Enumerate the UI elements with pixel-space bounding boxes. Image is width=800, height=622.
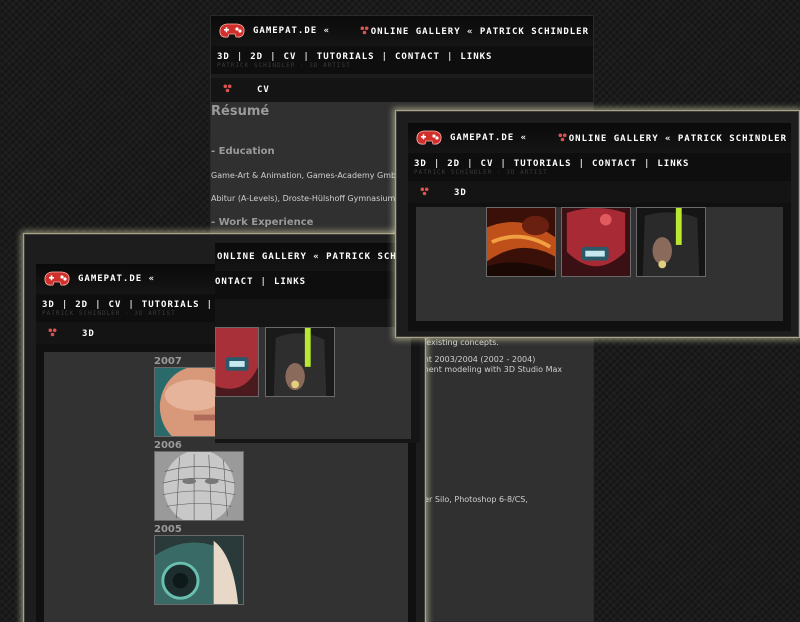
- site-title[interactable]: GAMEPAT.DE «: [450, 133, 527, 143]
- site-title[interactable]: GAMEPAT.DE «: [253, 26, 330, 36]
- nav-3d[interactable]: 3D: [42, 300, 55, 310]
- gallery-content: [215, 327, 411, 439]
- nav-separator: |: [206, 300, 213, 310]
- nav-2d[interactable]: 2D: [250, 52, 263, 62]
- page-frame: GAMEPAT.DE « ONLINE GALLERY « PATRICK SC…: [408, 123, 791, 331]
- nav-separator: |: [446, 52, 454, 62]
- skills-entry: enter Silo, Photoshop 6-8/CS,: [411, 495, 528, 504]
- triple-dot-icon: [558, 133, 567, 142]
- gallery-thumbnail[interactable]: [215, 327, 259, 397]
- site-header: GAMEPAT.DE « ONLINE GALLERY « PATRICK SC…: [211, 16, 593, 46]
- section-header: CV: [211, 78, 593, 102]
- site-subtitle: PATRICK SCHINDLER · 3D ARTIST: [217, 62, 351, 69]
- nav-tutorials[interactable]: TUTORIALS: [514, 159, 572, 169]
- gallery-thumbnail[interactable]: [561, 207, 631, 277]
- education-entry: Game-Art & Animation, Games-Academy Gmbh: [211, 171, 402, 180]
- nav-separator: |: [61, 300, 69, 310]
- gamepat-logo-icon[interactable]: [42, 269, 72, 289]
- gallery-thumbnail[interactable]: [154, 535, 244, 605]
- nav-separator: |: [95, 300, 102, 310]
- nav-cv[interactable]: CV: [284, 52, 297, 62]
- gallery-title-text: ONLINE GALLERY « PATRICK SCHINDLER: [568, 134, 787, 144]
- nav-cv[interactable]: CV: [109, 300, 122, 310]
- section-header: 3D: [408, 181, 791, 203]
- gallery-title-text: ONLINE GALLERY « PATRICK SCHINDLER: [370, 27, 589, 37]
- nav-separator: |: [643, 159, 651, 169]
- triple-dot-icon: [223, 84, 232, 93]
- gallery-thumbnail[interactable]: [154, 451, 244, 521]
- nav-contact[interactable]: CONTACT: [395, 52, 440, 62]
- gallery-thumbnail[interactable]: [486, 207, 556, 277]
- nav-separator: |: [128, 300, 135, 310]
- site-title[interactable]: GAMEPAT.DE «: [78, 274, 155, 284]
- year-label: 2005: [154, 524, 182, 535]
- section-title: CV: [257, 85, 270, 95]
- triple-dot-icon: [420, 187, 429, 196]
- nav-separator: |: [303, 52, 310, 62]
- site-subtitle: PATRICK SCHINDLER · 3D ARTIST: [414, 169, 548, 176]
- education-heading: - Education: [211, 146, 275, 157]
- nav-separator: |: [500, 159, 507, 169]
- gallery-content: [416, 207, 783, 321]
- nav-tutorials[interactable]: TUTORIALS: [142, 300, 200, 310]
- nav-cv[interactable]: CV: [481, 159, 494, 169]
- gallery-thumbnail[interactable]: [265, 327, 335, 397]
- nav-3d[interactable]: 3D: [414, 159, 427, 169]
- nav-2d[interactable]: 2D: [75, 300, 88, 310]
- nav-separator: |: [381, 52, 388, 62]
- gallery-title: ONLINE GALLERY « PATRICK SCHINDLER: [217, 252, 420, 262]
- browser-window-3d-front: GAMEPAT.DE « ONLINE GALLERY « PATRICK SC…: [395, 110, 800, 338]
- gamepat-logo-icon[interactable]: [414, 128, 444, 148]
- main-nav: ONTACT | LINKS: [215, 271, 420, 299]
- section-title: 3D: [454, 188, 467, 198]
- nav-separator: |: [578, 159, 585, 169]
- nav-3d[interactable]: 3D: [217, 52, 230, 62]
- nav-links[interactable]: LINKS: [460, 52, 492, 62]
- education-entry: Abitur (A-Levels), Droste-Hülshoff Gymna…: [211, 194, 396, 203]
- site-subtitle: PATRICK SCHINDLER · 3D ARTIST: [42, 310, 176, 317]
- year-label: 2007: [154, 356, 182, 367]
- nav-contact-partial[interactable]: ONTACT: [215, 277, 254, 287]
- nav-separator: |: [236, 52, 244, 62]
- nav-links[interactable]: LINKS: [274, 277, 306, 287]
- gallery-thumbnail[interactable]: [636, 207, 706, 277]
- nav-2d[interactable]: 2D: [447, 159, 460, 169]
- main-nav: 3D | 2D | CV | TUTORIALS | CONTACT | LINKS PATRICK…: [211, 46, 593, 74]
- nav-tutorials[interactable]: TUTORIALS: [317, 52, 375, 62]
- nav-separator: |: [433, 159, 441, 169]
- work-entry: onment modeling with 3D Studio Max: [411, 365, 563, 374]
- site-header: GAMEPAT.DE « ONLINE GALLERY « PATRICK SC…: [408, 123, 791, 153]
- year-label: 2006: [154, 440, 182, 451]
- nav-separator: |: [270, 52, 277, 62]
- browser-window-3d-overlap: ONLINE GALLERY « PATRICK SCHINDLER ONTAC…: [215, 243, 420, 443]
- gamepat-logo-icon[interactable]: [217, 21, 247, 41]
- section-title: 3D: [82, 329, 95, 339]
- work-entry: ment 2003/2004 (2002 - 2004): [411, 355, 536, 364]
- triple-dot-icon: [360, 26, 369, 35]
- site-header: ONLINE GALLERY « PATRICK SCHINDLER: [215, 243, 420, 271]
- work-heading: - Work Experience: [211, 217, 314, 228]
- main-nav: 3D | 2D | CV | TUTORIALS | CONTACT | LINKS PATRICK…: [408, 153, 791, 181]
- gallery-title: ONLINE GALLERY « PATRICK SCHINDLER: [360, 26, 589, 37]
- triple-dot-icon: [48, 328, 57, 337]
- resume-heading: Résumé: [211, 104, 270, 119]
- gallery-title-text: ONLINE GALLERY « PATRICK SCHINDLER: [217, 252, 420, 262]
- nav-separator: |: [260, 277, 267, 287]
- nav-links[interactable]: LINKS: [657, 159, 689, 169]
- nav-contact[interactable]: CONTACT: [592, 159, 637, 169]
- nav-separator: |: [467, 159, 474, 169]
- gallery-title: ONLINE GALLERY « PATRICK SCHINDLER: [558, 133, 787, 144]
